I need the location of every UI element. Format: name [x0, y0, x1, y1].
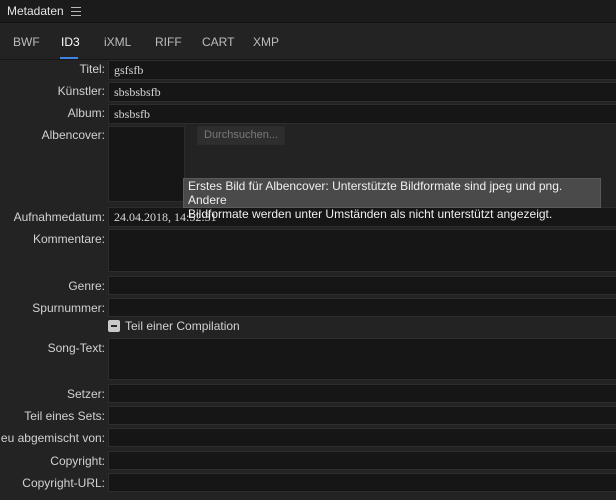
track-number-label: Spurnummer:: [32, 301, 105, 315]
tooltip-line-1: Erstes Bild für Albencover: Unterstützte…: [188, 179, 563, 207]
artist-input[interactable]: sbsbsbsfb: [108, 82, 616, 102]
tooltip-line-2: Bildformate werden unter Umständen als n…: [188, 207, 553, 221]
remixed-by-label: Neu abgemischt von:: [0, 431, 105, 445]
album-input[interactable]: sbsbsfb: [108, 104, 616, 124]
album-cover-tooltip: Erstes Bild für Albencover: Unterstützte…: [183, 178, 601, 221]
title-input[interactable]: gsfsfb: [108, 60, 616, 80]
compilation-checkbox[interactable]: [108, 320, 120, 332]
tab-bar: BWF ID3 iXML RIFF CART XMP: [0, 23, 616, 60]
tab-riff[interactable]: RIFF: [155, 35, 182, 49]
copyright-input[interactable]: [108, 451, 616, 470]
genre-input[interactable]: [108, 276, 616, 295]
track-number-input[interactable]: [108, 298, 616, 317]
hamburger-menu-icon[interactable]: [70, 6, 81, 16]
lyrics-textarea[interactable]: [108, 338, 616, 380]
tab-cart[interactable]: CART: [202, 35, 234, 49]
genre-label: Genre:: [68, 279, 105, 293]
part-of-set-label: Teil eines Sets:: [24, 409, 105, 423]
lyrics-label: Song-Text:: [47, 341, 105, 355]
comments-textarea[interactable]: [108, 229, 616, 272]
tab-bwf[interactable]: BWF: [13, 35, 40, 49]
composer-label: Setzer:: [66, 387, 105, 401]
tab-xmp[interactable]: XMP: [253, 35, 279, 49]
part-of-set-input[interactable]: [108, 406, 616, 425]
copyright-label: Copyright:: [50, 454, 105, 468]
browse-button[interactable]: Durchsuchen...: [197, 126, 285, 145]
recording-date-label: Aufnahmedatum:: [13, 210, 105, 224]
compilation-label: Teil einer Compilation: [125, 319, 240, 333]
panel-title: Metadaten: [7, 4, 64, 18]
title-label: Titel:: [79, 62, 105, 76]
active-tab-indicator: [60, 57, 78, 59]
tab-ixml[interactable]: iXML: [104, 35, 131, 49]
album-cover-label: Albencover:: [41, 128, 105, 142]
metadata-panel: Metadaten BWF ID3 iXML RIFF CART XMP Tit…: [0, 0, 616, 500]
remixed-by-input[interactable]: [108, 428, 616, 447]
panel-header: Metadaten: [0, 0, 616, 23]
tab-id3[interactable]: ID3: [61, 35, 80, 49]
compilation-checkbox-row[interactable]: Teil einer Compilation: [108, 318, 240, 334]
comments-label: Kommentare:: [32, 232, 105, 246]
artist-label: Künstler:: [57, 84, 105, 98]
composer-input[interactable]: [108, 384, 616, 403]
album-cover-preview[interactable]: [108, 126, 185, 202]
copyright-url-label: Copyright-URL:: [22, 476, 105, 490]
copyright-url-input[interactable]: [108, 473, 616, 492]
album-label: Album:: [67, 106, 105, 120]
